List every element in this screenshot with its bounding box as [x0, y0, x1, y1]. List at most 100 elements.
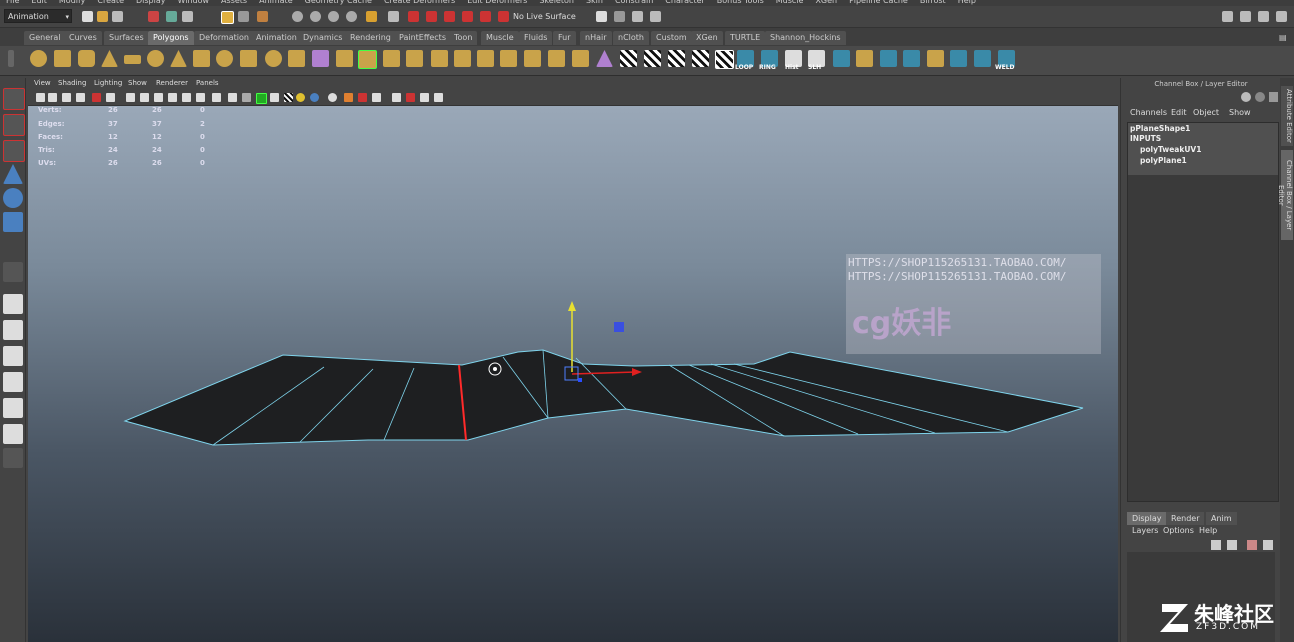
uv-cylindrical-icon[interactable]	[644, 50, 661, 67]
poly-helix-icon[interactable]	[240, 50, 257, 67]
new-scene-icon[interactable]	[82, 11, 93, 22]
gate-mask-icon[interactable]	[140, 93, 149, 102]
select-by-handle-icon[interactable]	[221, 11, 234, 24]
tab-animation[interactable]: Animation	[251, 31, 302, 45]
toolbox-options-icon[interactable]	[3, 448, 23, 468]
select-tool-icon[interactable]	[3, 88, 25, 110]
snap-to-grid-icon[interactable]	[292, 11, 303, 22]
move-tool-icon[interactable]	[3, 164, 23, 184]
append-icon[interactable]	[500, 50, 517, 67]
pan-zoom-icon[interactable]	[196, 93, 205, 102]
select-hierarchy-icon[interactable]	[148, 11, 159, 22]
tab-custom[interactable]: Custom	[651, 31, 692, 45]
tab-render[interactable]: Render	[1166, 512, 1205, 525]
render-current-frame-icon[interactable]	[408, 11, 419, 22]
input-ops-icon[interactable]	[388, 11, 399, 22]
channel-box-toggle-icon[interactable]	[1269, 92, 1278, 102]
custom-tool-3-icon[interactable]	[880, 50, 897, 67]
tab-channel-box-layer-editor[interactable]: Channel Box / Layer Editor	[1277, 150, 1293, 240]
rotate-tool-icon[interactable]	[3, 188, 23, 208]
menu-options[interactable]: Options	[1163, 526, 1194, 535]
menu-item-pipeline-cache[interactable]: Pipeline Cache	[849, 0, 908, 5]
uv-editor-icon[interactable]	[715, 50, 734, 69]
boolean-icon[interactable]	[431, 50, 448, 67]
tab-dynamics[interactable]: Dynamics	[298, 31, 348, 45]
custom-tool-6-icon[interactable]	[950, 50, 967, 67]
menu-item-assets[interactable]: Assets	[221, 0, 247, 5]
tab-fur[interactable]: Fur	[553, 31, 576, 45]
menu-item-create-deformers[interactable]: Create Deformers	[384, 0, 455, 5]
menu-item-character[interactable]: Character	[665, 0, 705, 5]
persp-graph-layout-icon[interactable]	[3, 372, 23, 392]
node-shape[interactable]: pPlaneShape1	[1130, 124, 1190, 133]
select-by-curve-icon[interactable]	[257, 11, 268, 22]
move-y-arrow-icon[interactable]	[568, 301, 576, 311]
menu-show[interactable]: Show	[1229, 108, 1251, 117]
menu-item-modify[interactable]: Modify	[59, 0, 86, 5]
isolate-view-icon[interactable]	[392, 93, 401, 102]
screen-space-ao-icon[interactable]	[328, 93, 337, 102]
snap-to-view-plane-icon[interactable]	[346, 11, 357, 22]
menu-shading[interactable]: Shading	[58, 79, 86, 87]
use-all-lights-icon[interactable]	[296, 93, 305, 102]
move-plane-handle[interactable]	[614, 322, 624, 332]
poly-platonic-icon[interactable]	[288, 50, 305, 67]
tab-curves[interactable]: Curves	[64, 31, 102, 45]
poly-soccer-ball-icon[interactable]	[265, 50, 282, 67]
channel-box-settings-icon[interactable]	[1241, 92, 1251, 102]
poly-pyramid-icon[interactable]	[193, 50, 210, 67]
menu-item-edit-deformers[interactable]: Edit Deformers	[467, 0, 527, 5]
film-gate-icon[interactable]	[106, 93, 115, 102]
field-chart-icon[interactable]	[154, 93, 163, 102]
menu-edit[interactable]: Edit	[1171, 108, 1187, 117]
hist-icon[interactable]: Hist	[785, 50, 802, 71]
image-plane-icon[interactable]	[76, 93, 85, 102]
xray-checker-icon[interactable]	[284, 93, 293, 102]
camera-icon[interactable]	[596, 11, 607, 22]
poly-cube-purple-icon[interactable]	[312, 50, 329, 67]
custom-tool-2-icon[interactable]	[856, 50, 873, 67]
safe-action-icon[interactable]	[168, 93, 177, 102]
snap-to-point-icon[interactable]	[328, 11, 339, 22]
select-component-icon[interactable]	[182, 11, 193, 22]
bookmarks-icon[interactable]	[62, 93, 71, 102]
move-layer-up-icon[interactable]	[1247, 540, 1257, 550]
safe-title-icon[interactable]	[182, 93, 191, 102]
menu-show[interactable]: Show	[128, 79, 147, 87]
menu-item-skeleton[interactable]: Skeleton	[539, 0, 574, 5]
perspective-viewport[interactable]: Verts: 26 26 0 Edges: 37 37 2 Faces: 12 …	[28, 106, 1118, 642]
wireframe-on-shaded-icon[interactable]	[256, 93, 267, 104]
anti-aliasing-icon[interactable]	[358, 93, 367, 102]
poly-prism-icon[interactable]	[170, 50, 187, 67]
extrude-icon[interactable]	[477, 50, 494, 67]
save-scene-icon[interactable]	[112, 11, 123, 22]
tab-deformation[interactable]: Deformation	[194, 31, 254, 45]
tab-surfaces[interactable]: Surfaces	[104, 31, 149, 45]
tab-fluids[interactable]: Fluids	[519, 31, 553, 45]
menu-object[interactable]: Object	[1193, 108, 1219, 117]
select-camera-icon[interactable]	[36, 93, 45, 102]
poly-pipe-icon[interactable]	[216, 50, 233, 67]
snapshot-icon[interactable]	[650, 11, 661, 22]
grid-toggle-icon[interactable]	[92, 93, 101, 102]
ring-icon[interactable]: RING	[759, 50, 778, 71]
shelf-menu-icon[interactable]	[8, 50, 14, 67]
motion-blur-icon[interactable]	[344, 93, 353, 102]
node-input[interactable]: polyTweakUV1	[1140, 145, 1201, 154]
select-by-joint-icon[interactable]	[238, 11, 249, 22]
menu-lighting[interactable]: Lighting	[94, 79, 122, 87]
node-input[interactable]: polyPlane1	[1140, 156, 1187, 165]
channel-box-toggle-icon[interactable]	[1276, 11, 1287, 22]
menu-item-xgen[interactable]: XGen	[815, 0, 837, 5]
tab-display[interactable]: Display	[1127, 512, 1167, 525]
tab-xgen[interactable]: XGen	[691, 31, 723, 45]
uv-planar-icon[interactable]	[620, 50, 637, 67]
light-icon[interactable]	[614, 11, 625, 22]
menu-item-help[interactable]: Help	[958, 0, 976, 5]
poly-sphere-icon[interactable]	[30, 50, 47, 67]
loop-icon[interactable]: LOOP	[735, 50, 754, 71]
depth-of-field-icon[interactable]	[372, 93, 381, 102]
poly-cylinder-icon[interactable]	[78, 50, 95, 67]
uv-automatic-icon[interactable]	[692, 50, 709, 67]
extract-icon[interactable]	[383, 50, 400, 67]
